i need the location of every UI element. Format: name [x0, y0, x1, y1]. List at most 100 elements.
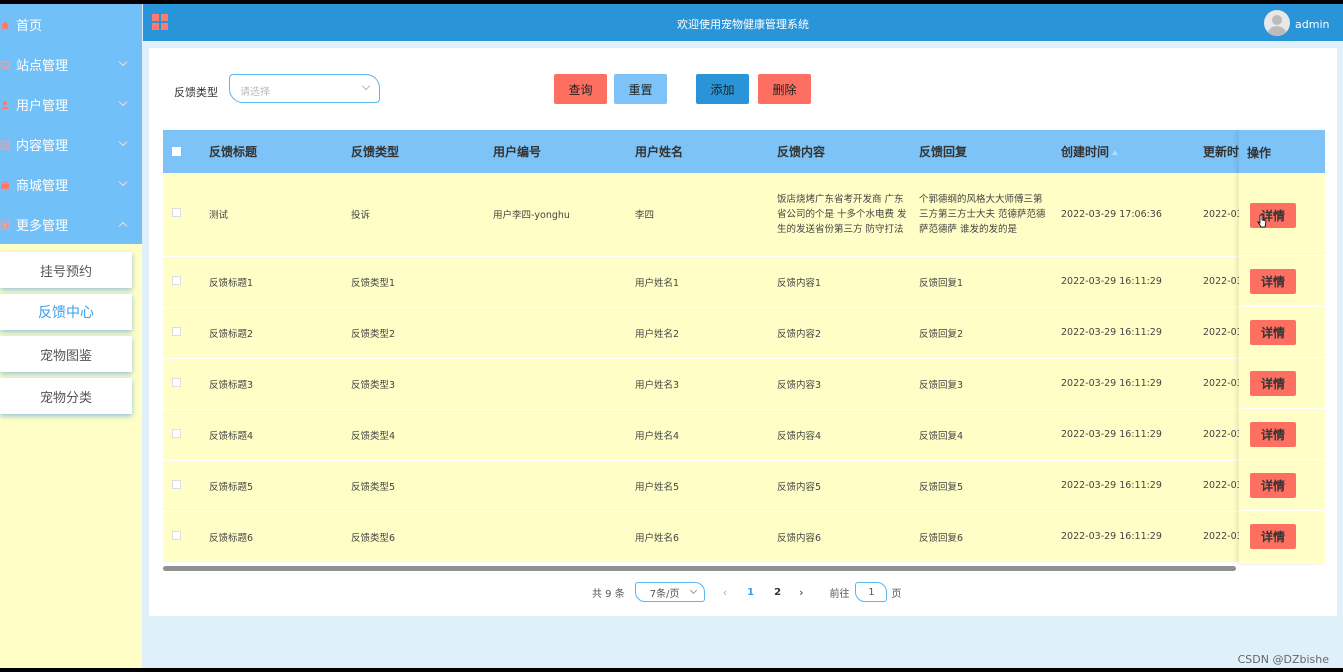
- user-icon: [0, 99, 10, 109]
- reset-button[interactable]: 重置: [614, 74, 667, 104]
- feedback-type-label: 反馈类型: [174, 86, 218, 99]
- horizontal-scrollbar[interactable]: [163, 566, 1236, 571]
- operations-cell: 详情: [1239, 358, 1325, 409]
- row-checkbox[interactable]: [172, 479, 181, 489]
- sidebar-item-label: 站点管理: [16, 58, 69, 74]
- row-checkbox[interactable]: [172, 275, 181, 285]
- table-cell-created: 2022-03-29 16:11:29: [1057, 511, 1199, 563]
- detail-button[interactable]: 详情: [1250, 422, 1296, 447]
- table-cell-title: 反馈标题5: [205, 460, 347, 512]
- column-header-sortable[interactable]: 创建时间: [1057, 130, 1199, 173]
- sidebar-item-users[interactable]: 用户管理: [0, 84, 142, 124]
- table-cell-reply: 反馈回复3: [915, 358, 1057, 410]
- delete-button[interactable]: 删除: [758, 74, 811, 104]
- app-window: 首页 站点管理 用户管理 内容管理 商城管理 更多管理 挂号预约 反馈中心 宠物…: [0, 4, 1343, 668]
- sort-icon[interactable]: [1112, 150, 1119, 155]
- goto-suffix: 页: [891, 588, 902, 600]
- table-cell-type: 反馈类型2: [347, 307, 489, 359]
- table-row: 测试 投诉 用户李四-yonghu 李四 饭店烧烤广东省考开发商 广东省公司的个是 十多…: [163, 173, 1325, 257]
- next-page-icon[interactable]: ›: [799, 586, 803, 599]
- sidebar-item-shop[interactable]: 商城管理: [0, 164, 142, 204]
- mouse-cursor-icon: [1257, 214, 1267, 228]
- table-cell-content: 反馈内容4: [773, 409, 915, 461]
- query-button[interactable]: 查询: [554, 74, 607, 104]
- table-cell-user-name: 李四: [631, 173, 773, 257]
- username[interactable]: admin: [1295, 18, 1329, 31]
- table-cell-user-no: [489, 511, 631, 563]
- table-cell-user-name: 用户姓名5: [631, 460, 773, 512]
- table-header-row: 反馈标题 反馈类型 用户编号 用户姓名 反馈内容 反馈回复 创建时间 更新时间: [163, 130, 1325, 173]
- detail-button[interactable]: 详情: [1250, 524, 1296, 549]
- table-row: 反馈标题4 反馈类型4 用户姓名4 反馈内容4 反馈回复4 2022-03-29 16:1…: [163, 409, 1325, 461]
- goto-page-input[interactable]: 1: [855, 582, 888, 602]
- table-cell-created: 2022-03-29 16:11:29: [1057, 460, 1199, 512]
- total-count: 共 9 条: [592, 588, 625, 600]
- row-checkbox[interactable]: [172, 530, 181, 540]
- table-row: 反馈标题5 反馈类型5 用户姓名5 反馈内容5 反馈回复5 2022-03-29 16:1…: [163, 460, 1325, 512]
- sidebar-subitem-pet-category[interactable]: 宠物分类: [0, 378, 132, 414]
- sidebar-item-more[interactable]: 更多管理: [0, 204, 142, 244]
- table-row: 反馈标题2 反馈类型2 用户姓名2 反馈内容2 反馈回复2 2022-03-29 16:1…: [163, 307, 1325, 359]
- page-size-value: 7条/页: [649, 588, 680, 600]
- table-cell-created: 2022-03-29 16:11:29: [1057, 358, 1199, 410]
- feedback-table: 反馈标题 反馈类型 用户编号 用户姓名 反馈内容 反馈回复 创建时间 更新时间 …: [163, 130, 1325, 568]
- row-checkbox[interactable]: [172, 428, 181, 438]
- page-number[interactable]: 1: [747, 587, 754, 598]
- shop-icon: [0, 179, 10, 189]
- detail-button[interactable]: 详情: [1250, 269, 1296, 294]
- table-cell-reply: 反馈回复6: [915, 511, 1057, 563]
- sidebar-item-label: 商城管理: [16, 178, 69, 194]
- page-number[interactable]: 2: [774, 587, 781, 598]
- row-checkbox[interactable]: [172, 326, 181, 336]
- operations-column: 操作 详情 详情 详情 详情 详情 详情 详情: [1239, 130, 1325, 564]
- add-button[interactable]: 添加: [696, 74, 749, 104]
- table-cell-content: 反馈内容1: [773, 256, 915, 308]
- detail-button[interactable]: 详情: [1250, 473, 1296, 498]
- operations-cell: 详情: [1239, 173, 1325, 256]
- page-size-select[interactable]: 7条/页: [634, 582, 705, 602]
- avatar[interactable]: [1264, 10, 1290, 36]
- table-cell-title: 反馈标题6: [205, 511, 347, 563]
- row-checkbox[interactable]: [172, 377, 181, 387]
- table-cell-type: 反馈类型3: [347, 358, 489, 410]
- table-cell-type: 反馈类型1: [347, 256, 489, 308]
- table-cell-content: 反馈内容6: [773, 511, 915, 563]
- sidebar-item-site[interactable]: 站点管理: [0, 44, 142, 84]
- sidebar-item-label: 首页: [16, 18, 43, 34]
- table-cell-user-name: 用户姓名3: [631, 358, 773, 410]
- chevron-down-icon: [118, 137, 128, 147]
- table-cell-content: 饭店烧烤广东省考开发商 广东省公司的个是 十多个水电费 发生的发送省份第三方 防…: [773, 173, 915, 257]
- row-checkbox[interactable]: [172, 208, 181, 218]
- watermark: CSDN @DZbishe: [1237, 653, 1329, 666]
- table-cell-title: 测试: [205, 173, 347, 257]
- feedback-type-select[interactable]: 请选择: [229, 74, 380, 103]
- column-header: 操作: [1239, 130, 1325, 173]
- table-cell-user-no: [489, 256, 631, 308]
- table-cell-user-name: 用户姓名2: [631, 307, 773, 359]
- table-cell-reply: 反馈回复2: [915, 307, 1057, 359]
- select-placeholder: 请选择: [240, 87, 270, 98]
- sidebar-subitem-feedback[interactable]: 反馈中心: [0, 294, 132, 330]
- operations-cell: 详情: [1239, 511, 1325, 562]
- table-cell-user-name: 用户姓名6: [631, 511, 773, 563]
- sidebar-item-content[interactable]: 内容管理: [0, 124, 142, 164]
- chevron-down-icon: [118, 177, 128, 187]
- table-cell-created: 2022-03-29 17:06:36: [1057, 173, 1199, 257]
- table-cell-reply: 反馈回复1: [915, 256, 1057, 308]
- operations-cell: 详情: [1239, 307, 1325, 358]
- prev-page-icon[interactable]: ‹: [723, 586, 727, 599]
- select-all-checkbox[interactable]: [172, 146, 181, 156]
- sidebar-item-home[interactable]: 首页: [0, 4, 142, 44]
- table-cell-reply: 个郭德纲的风格大大师傅三第三方第三方士大夫 范德萨范德萨范德萨 谁发的发的是: [915, 173, 1057, 257]
- table-cell-content: 反馈内容5: [773, 460, 915, 512]
- sidebar-subitem-pet-gallery[interactable]: 宠物图鉴: [0, 336, 132, 372]
- table-cell-type: 反馈类型4: [347, 409, 489, 461]
- sidebar-subitem-appointment[interactable]: 挂号预约: [0, 252, 132, 288]
- sidebar-item-label: 用户管理: [16, 98, 69, 114]
- column-header: 用户姓名: [631, 130, 773, 173]
- top-header: 欢迎使用宠物健康管理系统 admin: [143, 4, 1343, 41]
- detail-button[interactable]: 详情: [1250, 371, 1296, 396]
- detail-button[interactable]: 详情: [1250, 320, 1296, 345]
- sidebar-submenu: 挂号预约 反馈中心 宠物图鉴 宠物分类: [0, 244, 142, 414]
- chevron-down-icon: [689, 586, 697, 595]
